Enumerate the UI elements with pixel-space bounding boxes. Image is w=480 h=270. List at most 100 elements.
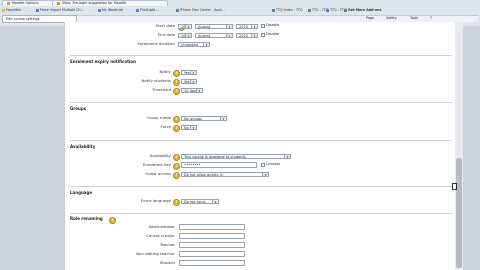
start-disable-checkbox[interactable] [261, 24, 265, 28]
start-date-label: Start date [155, 23, 175, 28]
bookmark-icon [36, 8, 39, 12]
page-icon [7, 1, 10, 5]
page-icon [57, 1, 60, 5]
chevron-down-icon: ▾ [185, 25, 191, 28]
bookmark-link[interactable]: iPhone Dev Center - Appl... [176, 8, 225, 13]
chevron-down-icon: ▾ [185, 34, 191, 37]
help-icon[interactable]: ? [173, 125, 180, 132]
group-mode-label: Group mode [146, 115, 171, 120]
bookmark-icon [308, 8, 311, 12]
help-icon[interactable]: ? [173, 154, 180, 161]
bookmark-icon [326, 8, 329, 12]
bookmark-link[interactable]: FirstLight ... [136, 8, 159, 13]
role-rename-input[interactable] [179, 233, 245, 239]
bookmark-icon [344, 8, 347, 12]
role-rename-input[interactable] [179, 224, 245, 230]
enrolment-duration-label: Enrolment duration [137, 41, 175, 46]
section-divider [70, 186, 452, 187]
help-icon[interactable]: ? [173, 88, 180, 95]
force-language-label: Force language [141, 198, 171, 203]
end-day-select[interactable]: 20 ▾ [178, 33, 192, 38]
help-icon[interactable]: ? [173, 199, 180, 206]
enrolment-duration-select[interactable]: Unlimited ▾ [178, 42, 210, 47]
chevron-down-icon: ▾ [251, 25, 257, 28]
guest-access-select[interactable]: Do not allow guests in ▾ [181, 172, 269, 177]
help-button[interactable]: ? [430, 15, 432, 21]
section-divider [70, 55, 452, 56]
notify-students-select[interactable]: Yes ▾ [181, 79, 197, 84]
help-icon[interactable]: ? [173, 70, 180, 77]
disable-label: Disable [266, 23, 279, 27]
role-label-course-creator: Course creator [146, 233, 175, 238]
unmask-label: Unmask [266, 162, 281, 166]
help-icon[interactable]: ? [109, 217, 116, 224]
chevron-down-icon: ▾ [190, 126, 196, 129]
force-select[interactable]: No ▾ [181, 125, 197, 130]
notify-select[interactable]: Yes ▾ [181, 70, 197, 75]
role-rename-input[interactable] [179, 242, 245, 248]
start-day-select[interactable]: 20 ▾ [178, 24, 192, 29]
enrolment-key-label: Enrolment key [142, 162, 171, 167]
chevron-down-icon: ▾ [212, 200, 218, 203]
role-rename-input[interactable] [179, 260, 245, 266]
bookmark-link[interactable]: TTQ Index - TTQ [272, 8, 303, 13]
language-section-heading: Language [70, 190, 93, 195]
chevron-down-icon: ▾ [226, 25, 232, 28]
role-rename-input[interactable] [179, 251, 245, 257]
section-divider [70, 140, 452, 141]
bookmark-icon [272, 8, 275, 12]
help-icon[interactable]: ? [173, 79, 180, 86]
start-year-select[interactable]: 2010 ▾ [236, 24, 258, 29]
chevron-down-icon: ▾ [251, 34, 257, 37]
tab-sites[interactable]: Sites: Pre-login suggestion for Moodle [52, 0, 168, 6]
role-label-teacher: Teacher [159, 242, 175, 247]
chevron-down-icon: ▾ [203, 43, 209, 46]
bookmark-icon [98, 8, 101, 12]
end-month-select[interactable]: August ▾ [195, 33, 233, 38]
threshold-select[interactable]: 10 days ▾ [181, 88, 203, 93]
mouse-cursor-icon [452, 183, 457, 190]
role-label-administrator: Administrator [148, 224, 175, 229]
role-renaming-section-heading: Role renaming [70, 216, 103, 221]
threshold-label: Threshold [151, 87, 171, 92]
availability-label: Availability [149, 153, 171, 158]
section-divider [70, 102, 452, 103]
chevron-down-icon: ▾ [190, 80, 196, 83]
chevron-down-icon: ▾ [190, 71, 196, 74]
tools-menu[interactable]: Tools [410, 15, 418, 21]
get-addons-link[interactable]: Get More Add-ons [344, 8, 381, 13]
help-icon[interactable]: ? [173, 172, 180, 179]
section-divider [70, 213, 452, 214]
end-disable-checkbox[interactable] [261, 33, 265, 37]
disable-label: Disable [266, 32, 279, 36]
notify-students-label: Notify students [141, 78, 171, 83]
force-label: Force [160, 124, 171, 129]
availability-section-heading: Availability [70, 144, 96, 149]
force-language-select[interactable]: Do not force ▾ [181, 199, 219, 204]
chevron-down-icon: ▾ [226, 34, 232, 37]
end-year-select[interactable]: 2010 ▾ [236, 33, 258, 38]
scrollbar-thumb[interactable] [456, 158, 462, 268]
expiry-section-heading: Enrolment expiry notification [70, 59, 136, 64]
notify-label: Notify [159, 69, 171, 74]
safety-menu[interactable]: Safety [386, 15, 397, 21]
start-month-select[interactable]: August ▾ [195, 24, 233, 29]
chevron-down-icon: ▾ [220, 117, 226, 120]
availability-select[interactable]: This course is available to students ▾ [181, 154, 291, 159]
page-menu[interactable]: Page [366, 15, 374, 21]
help-icon[interactable]: ? [173, 163, 180, 170]
end-date-label: End date [157, 32, 175, 37]
tab-moodle-options[interactable]: Moodle Options [2, 0, 54, 6]
chevron-down-icon: ▾ [196, 89, 202, 92]
group-mode-select[interactable]: No groups ▾ [181, 116, 227, 121]
unmask-checkbox[interactable] [261, 163, 265, 167]
role-label-student: Student [159, 260, 175, 265]
favorites-button[interactable]: Favorites [2, 8, 21, 13]
bookmark-link[interactable]: Force Import Multiple Ch... [36, 8, 84, 13]
bookmark-link[interactable]: My WordLink [98, 8, 123, 13]
enrolment-key-input[interactable]: •••••••• [181, 162, 257, 168]
help-icon[interactable]: ? [173, 116, 180, 123]
groups-section-heading: Groups [70, 106, 87, 111]
star-icon [2, 8, 5, 12]
chevron-down-icon: ▾ [262, 173, 268, 176]
